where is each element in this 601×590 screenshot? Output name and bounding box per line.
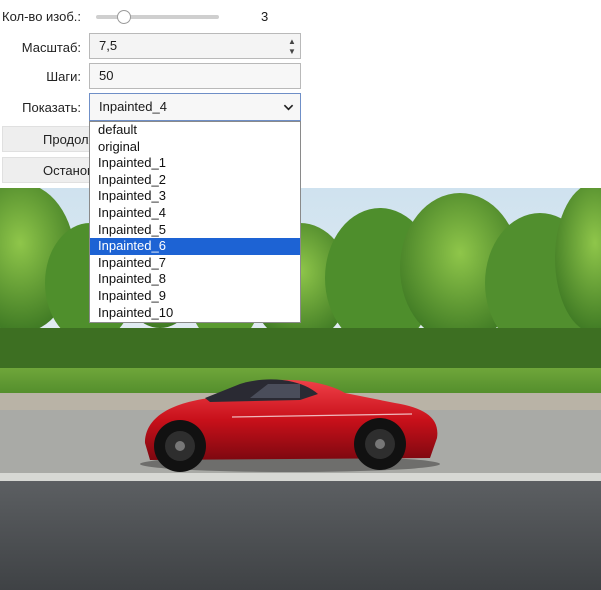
spin-up-icon[interactable]: ▲ bbox=[288, 37, 296, 46]
chevron-down-icon bbox=[283, 104, 294, 111]
scale-value: 7,5 bbox=[99, 38, 118, 53]
show-selected-value: Inpainted_4 bbox=[99, 99, 167, 114]
dropdown-option[interactable]: Inpainted_6 bbox=[90, 238, 300, 255]
dropdown-option[interactable]: Inpainted_8 bbox=[90, 271, 300, 288]
dropdown-option[interactable]: Inpainted_4 bbox=[90, 205, 300, 222]
dropdown-option[interactable]: Inpainted_10 bbox=[90, 305, 300, 322]
dropdown-option[interactable]: Inpainted_7 bbox=[90, 255, 300, 272]
dropdown-option[interactable]: Inpainted_2 bbox=[90, 172, 300, 189]
spin-down-icon[interactable]: ▼ bbox=[288, 47, 296, 56]
dropdown-option[interactable]: Inpainted_1 bbox=[90, 155, 300, 172]
scale-label: Масштаб: bbox=[21, 40, 81, 55]
count-slider-track[interactable] bbox=[96, 15, 219, 19]
dropdown-option[interactable]: Inpainted_5 bbox=[90, 222, 300, 239]
dropdown-option[interactable]: Inpainted_9 bbox=[90, 288, 300, 305]
dropdown-option[interactable]: original bbox=[90, 139, 300, 156]
steps-label: Шаги: bbox=[46, 69, 81, 84]
scale-input[interactable]: 7,5 ▲ ▼ bbox=[89, 33, 301, 59]
steps-value: 50 bbox=[99, 68, 114, 83]
show-dropdown-list[interactable]: default original Inpainted_1 Inpainted_2 Inp… bbox=[89, 121, 301, 323]
show-label: Показать: bbox=[22, 100, 81, 115]
count-value: 3 bbox=[261, 9, 269, 24]
count-label: Кол-во изоб.: bbox=[2, 9, 82, 24]
steps-input[interactable]: 50 bbox=[89, 63, 301, 89]
dropdown-option[interactable]: default bbox=[90, 122, 300, 139]
count-slider-thumb[interactable] bbox=[117, 10, 131, 24]
show-select[interactable]: Inpainted_4 bbox=[89, 93, 301, 121]
stop-button-label: Останов bbox=[43, 163, 94, 178]
dropdown-option[interactable]: Inpainted_3 bbox=[90, 188, 300, 205]
